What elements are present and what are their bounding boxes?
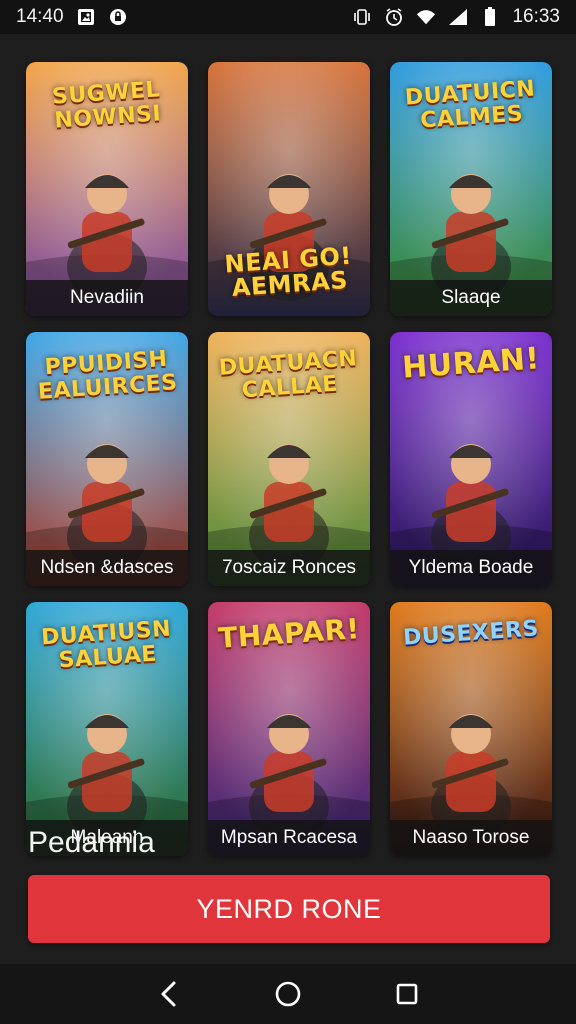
game-cover-title: DUATUICN CALMES — [404, 76, 537, 134]
game-cover-title: SUGWEL NOWNSI — [51, 77, 162, 134]
game-cover-title: PPUIDISH EALUIRCES — [37, 346, 179, 405]
navigation-bar — [0, 964, 576, 1024]
game-card-label — [208, 280, 370, 316]
status-time-right: 16:33 — [512, 6, 560, 27]
game-card-label: 7oscaiz Ronces — [208, 550, 370, 586]
status-bar: 14:40 16:33 — [0, 0, 576, 34]
status-bar-right: 16:33 — [352, 6, 560, 28]
status-time-left: 14:40 — [16, 6, 64, 27]
game-cover-title: DUATUACN CALLAE — [218, 346, 359, 404]
game-card[interactable]: DUSEXERS Naaso Torose — [390, 602, 552, 856]
shield-icon — [108, 7, 128, 27]
game-card-label: Mpsan Rcacesa — [208, 820, 370, 856]
image-icon — [76, 7, 96, 27]
game-card-label: Naaso Torose — [390, 820, 552, 856]
game-card[interactable]: THAPAR! Mpsan Rcacesa — [208, 602, 370, 856]
game-card[interactable]: PPUIDISH EALUIRCES Ndsen &dasces — [26, 332, 188, 586]
game-card[interactable]: DUATIUSN SALUAE Maleann — [26, 602, 188, 856]
game-cover-title: HURAN! — [401, 341, 541, 386]
recents-icon[interactable] — [387, 974, 427, 1014]
home-icon[interactable] — [268, 974, 308, 1014]
vibrate-icon — [352, 7, 372, 27]
game-card[interactable]: DUATUACN CALLAE 7oscaiz Ronces — [208, 332, 370, 586]
wifi-icon — [416, 7, 436, 27]
alarm-icon — [384, 7, 404, 27]
game-card-label: Yldema Boade — [390, 550, 552, 586]
game-card-label: Ndsen &dasces — [26, 550, 188, 586]
game-card[interactable]: SUGWEL NOWNSI Nevadiin — [26, 62, 188, 316]
battery-icon — [480, 7, 500, 27]
primary-action-button[interactable]: YENRD RONE — [28, 875, 550, 943]
game-card[interactable]: DUATUICN CALMES Slaaqe — [390, 62, 552, 316]
game-card-label: Nevadiin — [26, 280, 188, 316]
signal-icon — [448, 7, 468, 27]
game-cover-title: THAPAR! — [217, 612, 361, 655]
game-card[interactable]: NEAI GO! AEMRAS — [208, 62, 370, 316]
game-card-label: Slaaqe — [390, 280, 552, 316]
game-grid: SUGWEL NOWNSI Nevadiin NEAI GO! AEMRAS D… — [26, 62, 552, 856]
game-card[interactable]: HURAN! Yldema Boade — [390, 332, 552, 586]
game-cover-title: DUATIUSN SALUAE — [40, 616, 172, 674]
status-bar-left: 14:40 — [16, 6, 128, 28]
back-icon[interactable] — [149, 974, 189, 1014]
section-title: Pedannia — [28, 826, 155, 859]
